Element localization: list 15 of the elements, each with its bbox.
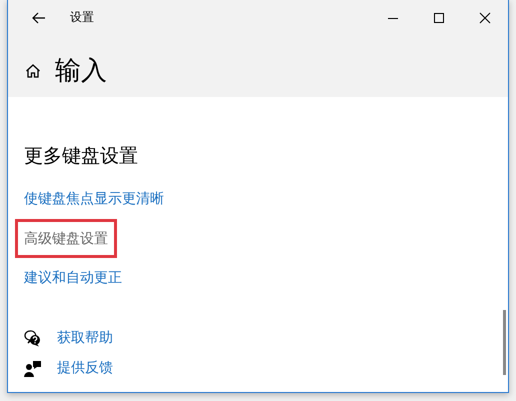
- page-title: 输入: [55, 55, 107, 88]
- window-title: 设置: [70, 9, 95, 26]
- help-bubble-icon: [24, 330, 41, 346]
- section-heading: 更多键盘设置: [24, 144, 138, 169]
- home-icon[interactable]: [25, 62, 41, 78]
- settings-link[interactable]: 使键盘焦点显示更清晰: [24, 189, 164, 209]
- help-link[interactable]: 提供反馈: [57, 359, 113, 377]
- settings-link[interactable]: 建议和自动更正: [24, 268, 122, 288]
- back-icon[interactable]: [32, 12, 46, 24]
- help-link[interactable]: 获取帮助: [57, 329, 113, 347]
- settings-link[interactable]: 高级键盘设置: [24, 229, 108, 249]
- maximize-icon[interactable]: [433, 12, 445, 24]
- person-speech-icon: [24, 360, 41, 376]
- scrollbar[interactable]: [503, 310, 506, 375]
- close-icon[interactable]: [479, 12, 491, 24]
